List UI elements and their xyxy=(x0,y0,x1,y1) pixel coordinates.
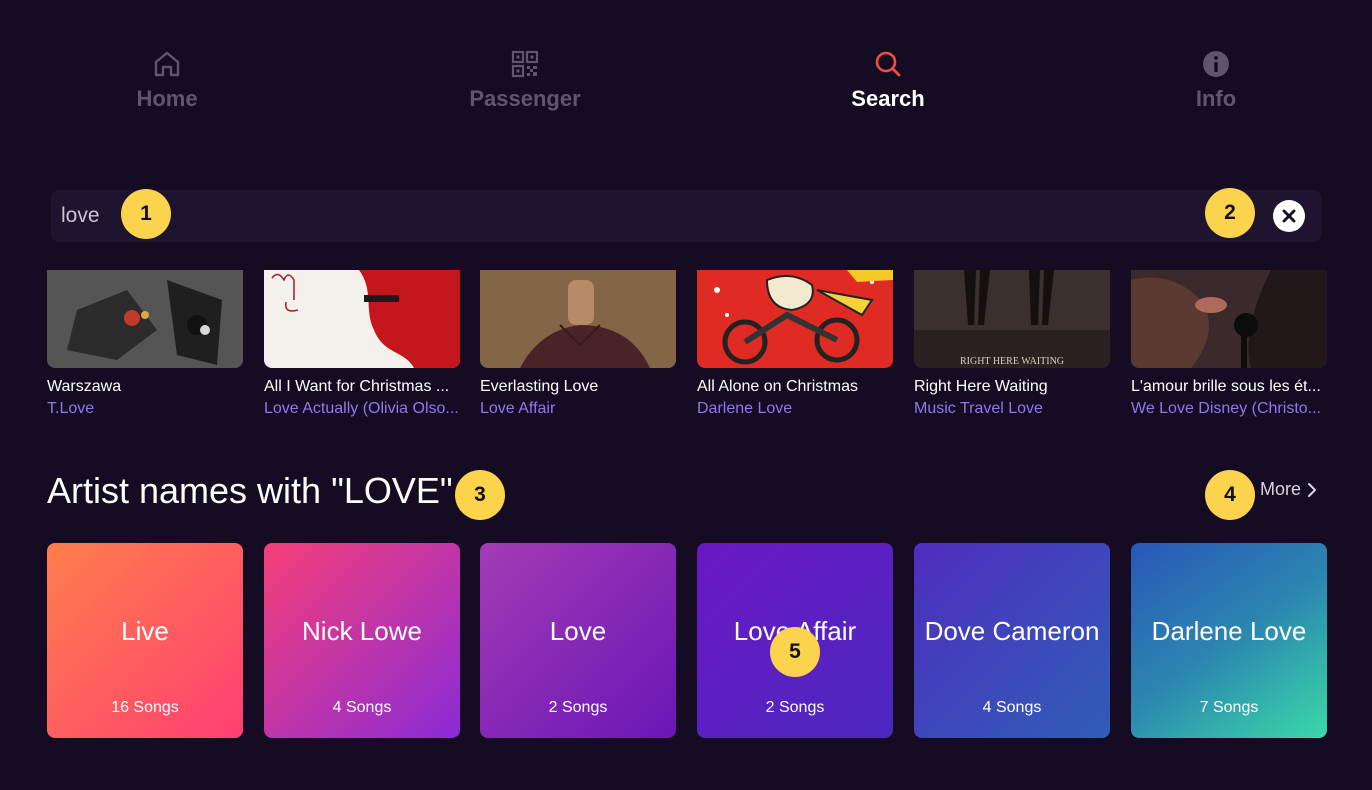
album-art xyxy=(480,270,676,368)
song-title: All I Want for Christmas ... xyxy=(264,378,450,395)
nav-passenger[interactable]: Passenger xyxy=(425,48,625,112)
song-artist[interactable]: Music Travel Love xyxy=(914,400,1110,418)
nav-info-label: Info xyxy=(1195,86,1237,111)
artist-song-count: 2 Songs xyxy=(548,699,608,716)
artist-song-count: 4 Songs xyxy=(332,699,392,716)
song-title: All Alone on Christmas xyxy=(697,378,858,395)
artist-song-count: 2 Songs xyxy=(765,699,825,716)
album-art xyxy=(1131,270,1327,368)
song-card[interactable]: Warszawa T.Love xyxy=(47,270,243,418)
song-card[interactable]: RIGHT HERE WAITING Right Here Waiting Mu… xyxy=(914,270,1110,418)
section-title: Artist names with "LOVE" xyxy=(47,470,453,511)
artist-tile-dove-cameron[interactable]: Dove Cameron 4 Songs xyxy=(914,543,1110,738)
song-artist[interactable]: T.Love xyxy=(47,400,243,418)
song-card[interactable]: All Alone on Christmas Darlene Love xyxy=(697,270,893,418)
artist-tile-darlene-love[interactable]: Darlene Love 7 Songs xyxy=(1131,543,1327,738)
song-artist[interactable]: Darlene Love xyxy=(697,400,893,418)
album-art: RIGHT HERE WAITING xyxy=(914,270,1110,368)
nav-info[interactable]: Info xyxy=(1116,48,1316,112)
album-art xyxy=(47,270,243,368)
song-card[interactable]: Everlasting Love Love Affair xyxy=(480,270,676,418)
app-root: Home Passenger Search Info love Warszawa… xyxy=(0,0,1372,790)
artist-song-count: 4 Songs xyxy=(982,699,1042,716)
artist-name: Darlene Love xyxy=(1151,615,1307,646)
nav-passenger-label: Passenger xyxy=(469,86,581,111)
song-card[interactable]: L'amour brille sous les ét... We Love Di… xyxy=(1131,270,1327,418)
artist-tile-nick-lowe[interactable]: Nick Lowe 4 Songs xyxy=(264,543,460,738)
artist-name: Nick Lowe xyxy=(302,615,422,646)
more-button[interactable]: More xyxy=(1260,479,1317,500)
close-icon xyxy=(1282,209,1296,223)
annotation-badge: 2 xyxy=(1205,188,1255,238)
artist-name: Love xyxy=(549,615,607,646)
album-art xyxy=(264,270,460,368)
song-artist[interactable]: Love Actually (Olivia Olso... xyxy=(264,400,460,418)
song-title: Right Here Waiting xyxy=(914,378,1048,395)
song-card[interactable]: All I Want for Christmas ... Love Actual… xyxy=(264,270,460,418)
album-art-text: RIGHT HERE WAITING xyxy=(960,356,1064,367)
artist-tile-live[interactable]: Live 16 Songs xyxy=(47,543,243,738)
artist-name: Live xyxy=(121,615,169,646)
song-artist[interactable]: We Love Disney (Christo... xyxy=(1131,400,1327,418)
song-artist[interactable]: Love Affair xyxy=(480,400,676,418)
annotation-badge: 5 xyxy=(770,627,820,677)
artist-song-count: 16 Songs xyxy=(111,699,179,716)
search-bar xyxy=(51,190,1322,242)
nav-search-label: Search xyxy=(851,86,925,111)
album-art xyxy=(697,270,893,368)
search-icon xyxy=(875,51,901,77)
song-title: Warszawa xyxy=(47,378,122,395)
nav-search[interactable]: Search xyxy=(788,48,988,112)
chevron-right-icon xyxy=(1308,482,1317,497)
info-icon xyxy=(1203,51,1229,77)
more-label: More xyxy=(1260,479,1302,499)
artist-name: Dove Cameron xyxy=(924,615,1100,646)
song-title: Everlasting Love xyxy=(480,378,599,395)
nav-home[interactable]: Home xyxy=(67,48,267,112)
annotation-badge: 3 xyxy=(455,470,505,520)
song-title: L'amour brille sous les ét... xyxy=(1131,378,1321,395)
qr-code-icon xyxy=(511,50,539,78)
search-input[interactable] xyxy=(61,198,1241,234)
annotation-badge: 1 xyxy=(121,189,171,239)
home-icon xyxy=(154,51,180,77)
annotation-badge: 4 xyxy=(1205,470,1255,520)
clear-search-button[interactable] xyxy=(1273,200,1305,232)
artist-tile-love[interactable]: Love 2 Songs xyxy=(480,543,676,738)
nav-home-label: Home xyxy=(136,86,198,111)
artist-song-count: 7 Songs xyxy=(1199,699,1259,716)
